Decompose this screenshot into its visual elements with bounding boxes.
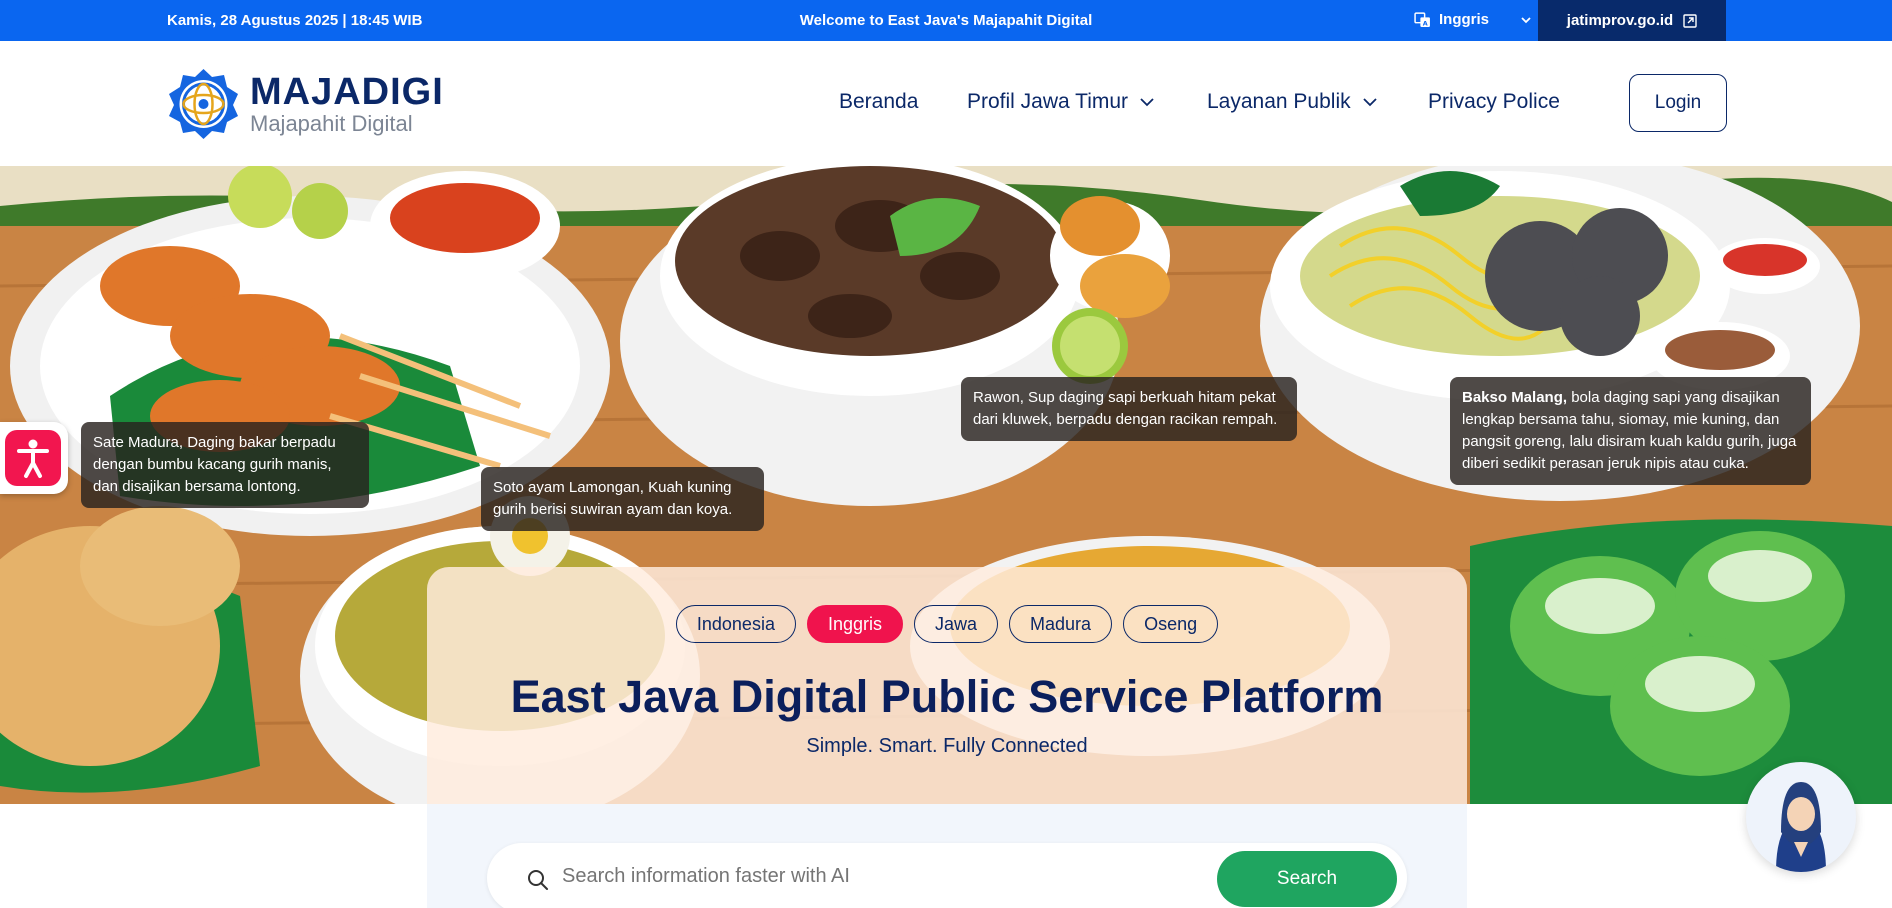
- callout-bakso-title: Bakso Malang,: [1462, 389, 1568, 406]
- hero-subtitle: Simple. Smart. Fully Connected: [806, 735, 1088, 757]
- logo[interactable]: MAJADIGI Majapahit Digital: [167, 67, 444, 140]
- jatimprov-link[interactable]: jatimprov.go.id: [1538, 0, 1726, 41]
- language-selector[interactable]: A Inggris: [1414, 11, 1533, 28]
- nav-profile-label: Profil Jawa Timur: [967, 90, 1129, 113]
- brand-tagline: Majapahit Digital: [250, 110, 413, 136]
- nav-services-label: Layanan Publik: [1207, 90, 1351, 113]
- chip-madura[interactable]: Madura: [1009, 605, 1113, 643]
- accessibility-button[interactable]: [0, 422, 68, 494]
- chevron-down-icon: [1140, 98, 1154, 107]
- callout-soto-lamongan: Soto ayam Lamongan, Kuah kuning gurih be…: [481, 467, 764, 531]
- chip-oseng[interactable]: Oseng: [1123, 605, 1219, 643]
- chevron-down-icon: [1362, 98, 1377, 107]
- assistant-avatar-icon: [1776, 782, 1826, 872]
- callout-bakso-malang: Bakso Malang, bola daging sapi yang disa…: [1450, 377, 1811, 485]
- nav-home[interactable]: Beranda: [839, 90, 918, 114]
- nav-home-label: Beranda: [839, 90, 919, 113]
- external-link-icon: [1683, 13, 1697, 28]
- login-button[interactable]: Login: [1629, 74, 1727, 132]
- chip-inggris[interactable]: Inggris: [806, 605, 903, 643]
- majadigi-logo-icon: [169, 69, 238, 139]
- search-button[interactable]: Search: [1217, 851, 1397, 907]
- hero-search-panel: Indonesia Inggris Jawa Madura Oseng East…: [427, 567, 1467, 908]
- language-label: Inggris: [1439, 11, 1490, 28]
- chip-jawa[interactable]: Jawa: [914, 605, 999, 643]
- hero-title: East Java Digital Public Service Platfor…: [510, 671, 1384, 722]
- accessibility-icon: [17, 439, 49, 478]
- translate-icon: A: [1414, 12, 1430, 27]
- nav-privacy-label: Privacy Police: [1428, 90, 1560, 113]
- search-icon: [528, 870, 548, 890]
- accessibility-icon-bg: [5, 430, 61, 486]
- svg-text:A: A: [1423, 19, 1428, 27]
- chevron-down-icon: [1521, 16, 1531, 23]
- search-input[interactable]: [562, 865, 1162, 888]
- callout-sate-madura: Sate Madura, Daging bakar berpadu dengan…: [81, 422, 369, 508]
- nav-profile[interactable]: Profil Jawa Timur: [967, 90, 1156, 114]
- nav-services[interactable]: Layanan Publik: [1207, 90, 1379, 114]
- site-link-label: jatimprov.go.id: [1566, 12, 1674, 29]
- language-chips: Indonesia Inggris Jawa Madura Oseng: [427, 605, 1467, 643]
- brand-name: MAJADIGI: [250, 70, 444, 113]
- callout-rawon: Rawon, Sup daging sapi berkuah hitam pek…: [961, 377, 1297, 441]
- site-header: MAJADIGI Majapahit Digital Beranda Profi…: [0, 41, 1892, 166]
- nav-privacy[interactable]: Privacy Police: [1428, 90, 1560, 114]
- top-bar: Kamis, 28 Agustus 2025 | 18:45 WIB Welco…: [0, 0, 1892, 41]
- chip-indonesia[interactable]: Indonesia: [675, 605, 796, 643]
- search-bar: Search: [487, 843, 1407, 908]
- ai-assistant-button[interactable]: [1746, 762, 1856, 872]
